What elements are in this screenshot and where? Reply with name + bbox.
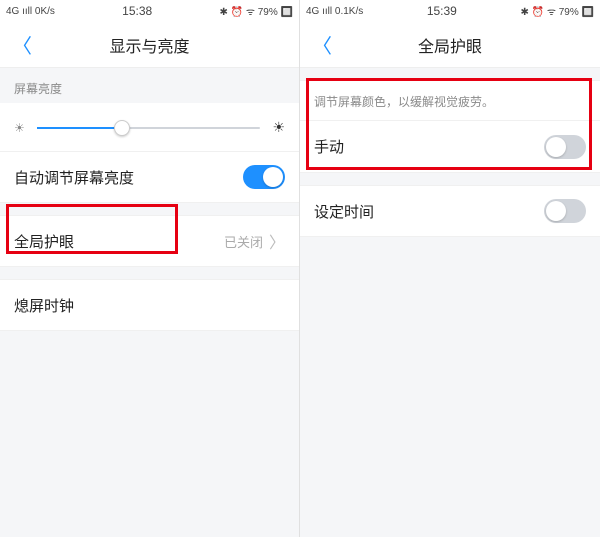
status-time: 15:39 [427,4,457,18]
status-bar: 4G ııll 0K/s 15:38 ✱ ⏰ ᯤ 79% 🔲 [0,0,299,22]
screen-display-brightness: 4G ııll 0K/s 15:38 ✱ ⏰ ᯤ 79% 🔲 〈 显示与亮度 屏… [0,0,300,537]
brightness-slider[interactable] [37,127,261,129]
row-label-eye: 全局护眼 [14,231,224,252]
brightness-slider-thumb[interactable] [114,120,130,136]
page-title: 全局护眼 [418,33,482,57]
brightness-low-icon [14,119,25,137]
row-auto-brightness: 自动调节屏幕亮度 [0,151,299,203]
row-label-auto: 自动调节屏幕亮度 [14,167,243,188]
brightness-slider-row [0,103,299,151]
page-title: 显示与亮度 [109,33,189,57]
status-time: 15:38 [122,4,152,18]
row-value-eye: 已关闭 [224,232,263,251]
row-schedule-eye: 设定时间 [300,185,600,237]
toggle-schedule-eye[interactable] [544,199,586,223]
row-screen-clock[interactable]: 熄屏时钟 [0,279,299,331]
status-bar: 4G ııll 0.1K/s 15:39 ✱ ⏰ ᯤ 79% 🔲 [300,0,600,22]
toggle-auto-brightness[interactable] [243,165,285,189]
status-battery: ✱ ⏰ ᯤ 79% 🔲 [520,4,594,18]
section-label-brightness: 屏幕亮度 [0,68,299,103]
eye-protection-description: 调节屏幕颜色，以缓解视觉疲劳。 [300,80,600,121]
status-network: 4G ııll 0K/s [6,6,55,17]
back-button[interactable]: 〈 [312,30,332,59]
status-battery: ✱ ⏰ ᯤ 79% 🔲 [219,4,293,18]
navbar: 〈 显示与亮度 [0,22,299,68]
row-label-schedule: 设定时间 [314,201,544,222]
chevron-right-icon: 〉 [269,229,285,253]
screen-eye-protection: 4G ııll 0.1K/s 15:39 ✱ ⏰ ᯤ 79% 🔲 〈 全局护眼 … [300,0,600,537]
back-button[interactable]: 〈 [12,30,32,59]
status-network: 4G ııll 0.1K/s [306,6,363,17]
row-label-clock: 熄屏时钟 [14,295,285,316]
toggle-manual-eye[interactable] [544,135,586,159]
navbar: 〈 全局护眼 [300,22,600,68]
row-label-manual: 手动 [314,136,544,157]
brightness-high-icon [272,119,285,137]
row-manual-eye: 手动 [300,121,600,173]
row-eye-protection[interactable]: 全局护眼 已关闭 〉 [0,215,299,267]
